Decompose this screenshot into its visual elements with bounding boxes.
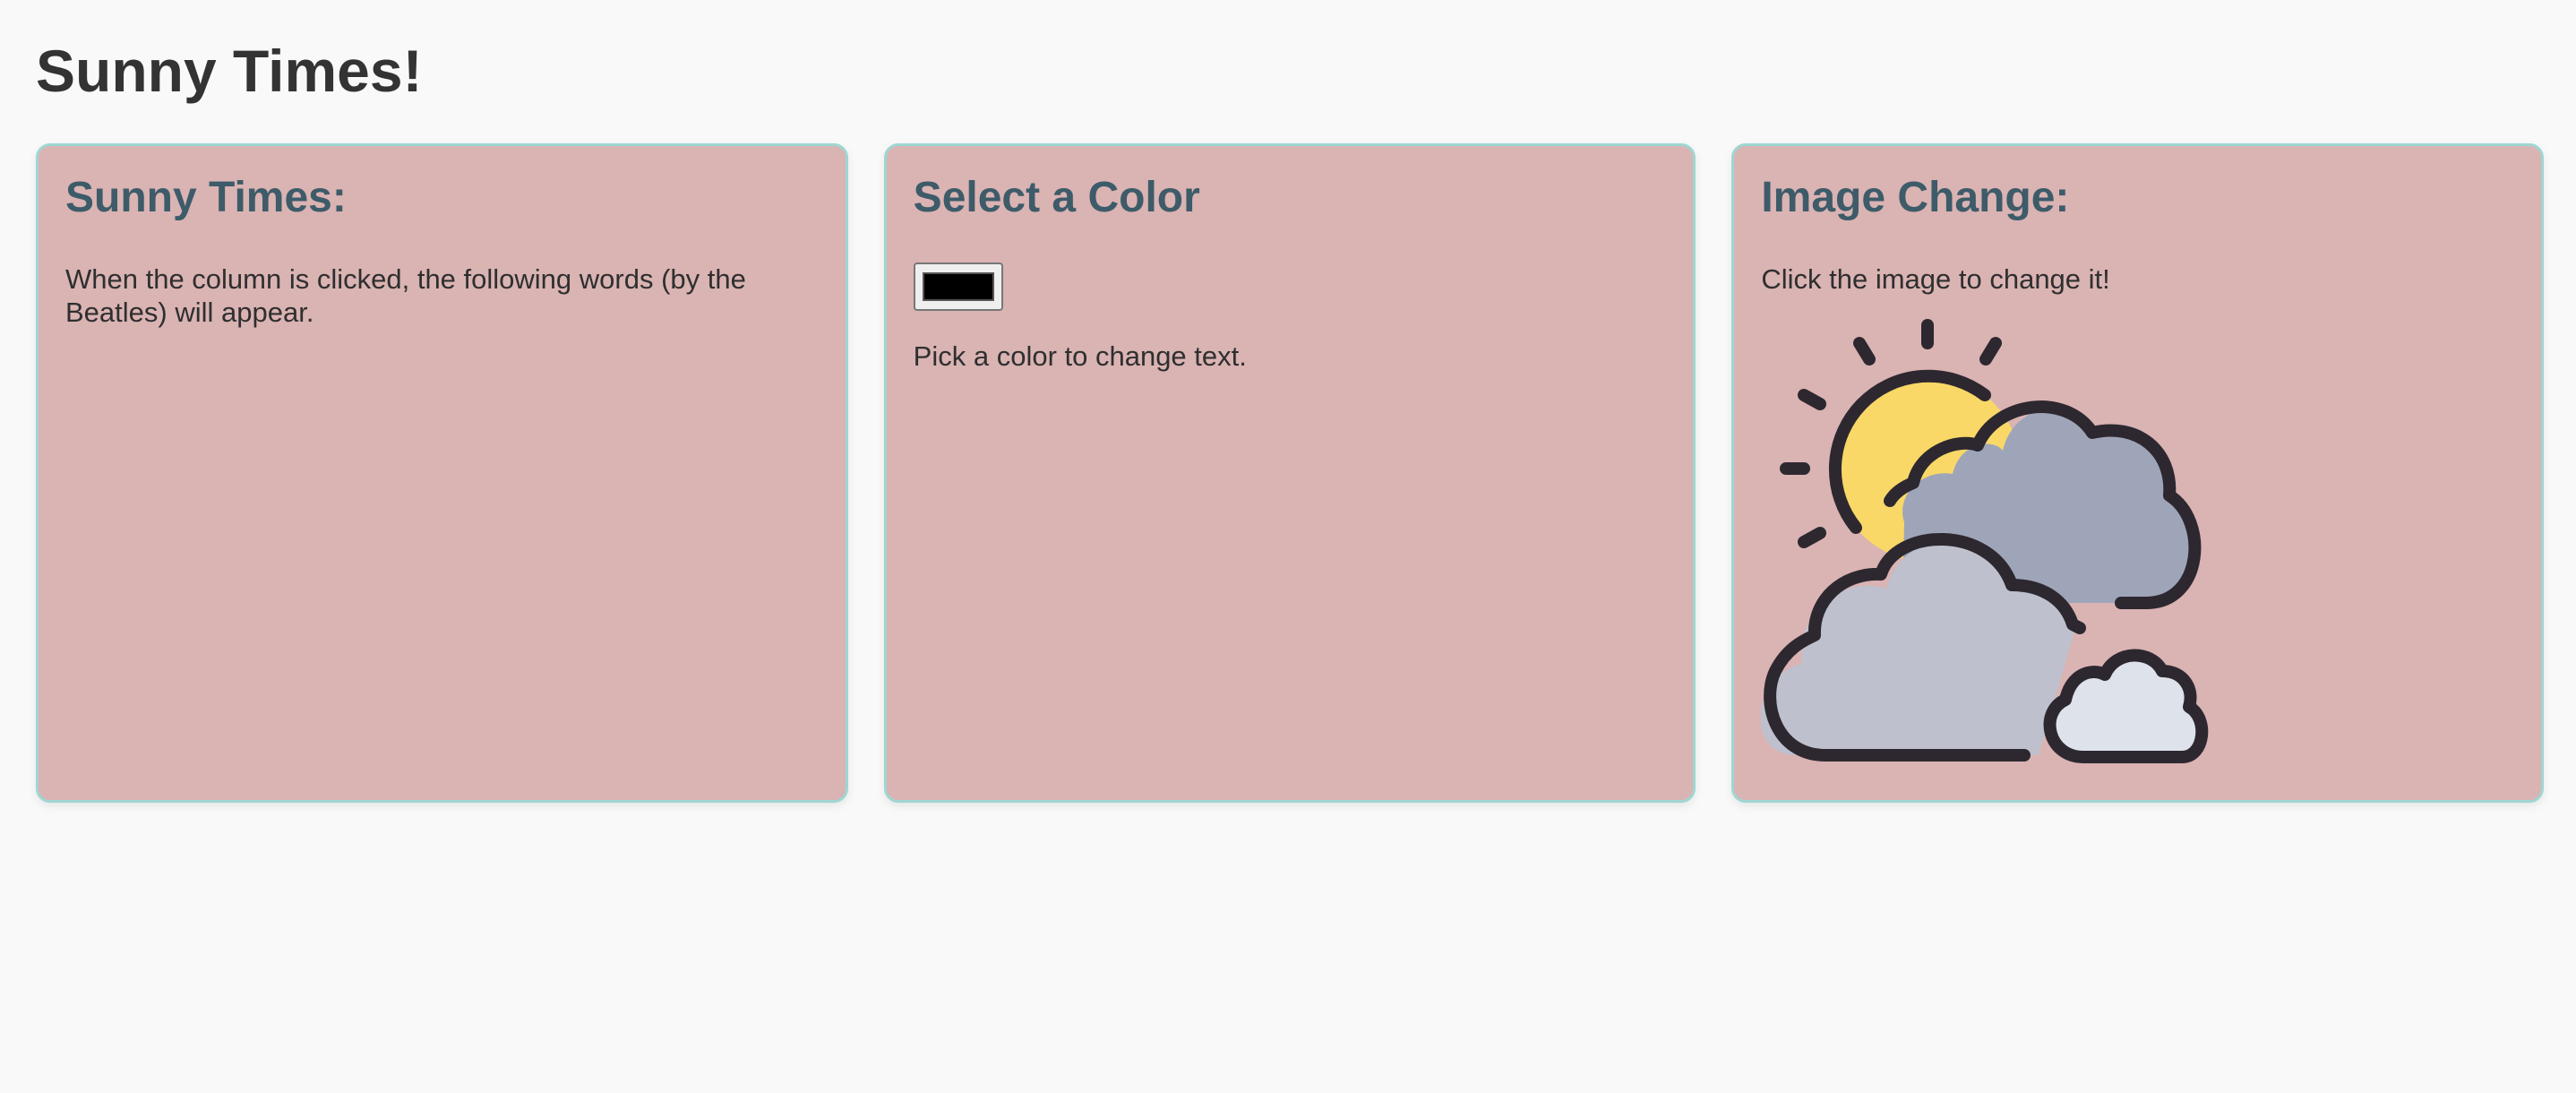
select-color-heading: Select a Color: [913, 174, 1200, 221]
sunny-times-column[interactable]: Sunny Times: When the column is clicked,…: [36, 143, 848, 803]
select-color-column: Select a Color Pick a color to change te…: [883, 143, 1696, 803]
sunny-times-heading: Sunny Times:: [65, 174, 347, 221]
image-change-column: Image Change: Click the image to change …: [1731, 143, 2545, 803]
sunny-times-description: When the column is clicked, the followin…: [65, 263, 746, 328]
color-swatch: [922, 272, 994, 301]
columns-container: Sunny Times: When the column is clicked,…: [36, 143, 2545, 803]
sun-behind-clouds-icon[interactable]: [1761, 316, 2209, 764]
color-picker-input[interactable]: [913, 262, 1003, 311]
color-instructions: Pick a color to change text.: [913, 340, 1247, 372]
image-instructions: Click the image to change it!: [1761, 263, 2110, 295]
image-change-heading: Image Change:: [1761, 174, 2070, 221]
page-title: Sunny Times!: [36, 38, 423, 104]
